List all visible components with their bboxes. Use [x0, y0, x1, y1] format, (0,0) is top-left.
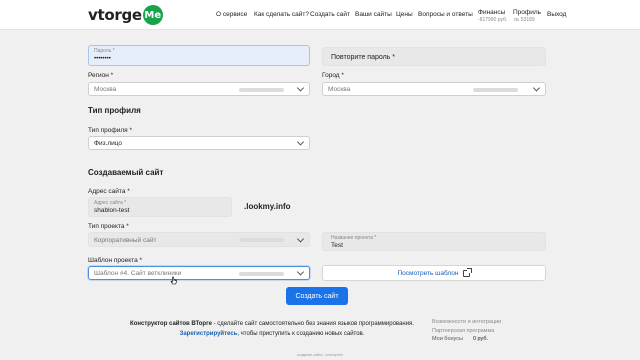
- external-link-icon: [463, 267, 473, 277]
- project-name-value: Test: [331, 242, 343, 249]
- nav-how-to[interactable]: Как сделать сайт?: [254, 11, 309, 18]
- chevron-down-icon: [296, 234, 305, 243]
- city-value: Москва: [328, 86, 351, 93]
- password-repeat-field[interactable]: Повторите пароль *: [322, 47, 546, 66]
- project-type-blur: [239, 238, 284, 242]
- profile-type-label: Тип профиля *: [88, 127, 133, 134]
- profile-type-heading: Тип профиля: [88, 106, 141, 115]
- chevron-down-icon: [296, 268, 305, 276]
- city-blur: [473, 88, 518, 92]
- template-value: Шаблон #4. Сайт ветклиники: [94, 270, 182, 277]
- nav-about[interactable]: О сервисе: [216, 11, 247, 18]
- nav-your-sites[interactable]: Ваши сайты: [355, 11, 392, 18]
- city-select[interactable]: Москва: [322, 82, 546, 96]
- city-label: Город *: [322, 72, 344, 79]
- chevron-down-icon: [296, 138, 305, 146]
- password-repeat-placeholder: Повторите пароль *: [331, 54, 395, 61]
- chevron-down-icon: [532, 84, 541, 92]
- create-site-button[interactable]: Создать сайт: [286, 287, 348, 305]
- project-name-float-label: Название проекта *: [331, 235, 377, 241]
- region-value: Москва: [94, 86, 117, 93]
- preview-template-label: Посмотреть шаблон: [397, 269, 459, 277]
- side-links: Возможности и интеграции Партнерская про…: [432, 318, 501, 344]
- preview-template-button[interactable]: Посмотреть шаблон: [322, 265, 546, 281]
- opportunities-link[interactable]: Возможности и интеграции: [432, 318, 501, 327]
- promo-text-2: , чтобы приступить к созданию новых сайт…: [237, 331, 365, 337]
- project-type-value: Корпоративный сайт: [94, 237, 157, 244]
- mouse-pointer-icon: [170, 276, 177, 285]
- site-address-float-label: Адрес сайта *: [94, 200, 127, 206]
- region-blur: [239, 88, 284, 92]
- template-blur: [239, 272, 284, 276]
- promo-brand: Конструктор сайтов ВТорге: [130, 321, 212, 327]
- site-address-label: Адрес сайта *: [88, 188, 130, 195]
- nav-prices[interactable]: Цены: [396, 11, 413, 18]
- project-type-label: Тип проекта *: [88, 223, 129, 230]
- project-name-input[interactable]: Название проекта * Test: [322, 232, 546, 251]
- nav-faq[interactable]: Вопросы и ответы: [418, 11, 473, 18]
- bonus-label: Мои бонусы: [432, 336, 463, 342]
- register-link[interactable]: Зарегистрируйтесь: [180, 331, 238, 337]
- site-address-value: shablon-test: [94, 207, 130, 214]
- top-header: vtorge Me О сервисе Как сделать сайт? Со…: [0, 0, 640, 30]
- partner-link[interactable]: Партнерская программа: [432, 327, 501, 336]
- password-float-label: Пароль *: [94, 48, 115, 54]
- password-field[interactable]: Пароль * ••••••••: [88, 45, 310, 66]
- footer-text: создание сайта - lookmy.info: [297, 353, 343, 357]
- site-domain-suffix: .lookmy.info: [244, 202, 291, 211]
- template-select[interactable]: Шаблон #4. Сайт ветклиники: [88, 266, 310, 280]
- bonus-row: Мои бонусы 0 руб.: [432, 335, 501, 344]
- profile-id: № 53189: [514, 17, 535, 23]
- region-select[interactable]: Москва: [88, 82, 310, 96]
- template-label: Шаблон проекта *: [88, 257, 143, 264]
- profile-type-select[interactable]: Физ.лицо: [88, 136, 310, 150]
- bonus-value: 0 руб.: [472, 336, 489, 342]
- site-logo[interactable]: vtorge Me: [88, 5, 163, 25]
- site-section-heading: Создаваемый сайт: [88, 168, 164, 177]
- password-value: ••••••••: [94, 56, 111, 62]
- promo-text: Конструктор сайтов ВТорге - сделайте сай…: [122, 319, 422, 339]
- nav-create-site[interactable]: Создать сайт: [310, 11, 350, 18]
- logo-badge-icon: Me: [142, 5, 163, 25]
- profile-type-value: Физ.лицо: [94, 140, 123, 147]
- project-type-select[interactable]: Корпоративный сайт: [88, 232, 310, 247]
- logo-text: vtorge: [88, 6, 142, 24]
- site-address-input[interactable]: Адрес сайта * shablon-test: [88, 197, 232, 217]
- region-label: Регион *: [88, 72, 114, 79]
- promo-text-1: - сделайте сайт самостоятельно без знани…: [211, 321, 414, 327]
- nav-profile[interactable]: Профиль: [513, 9, 541, 16]
- nav-logout[interactable]: Выход: [547, 11, 566, 18]
- finance-balance: -817990 руб.: [478, 17, 508, 23]
- chevron-down-icon: [296, 84, 305, 92]
- nav-finance[interactable]: Финансы: [478, 9, 505, 16]
